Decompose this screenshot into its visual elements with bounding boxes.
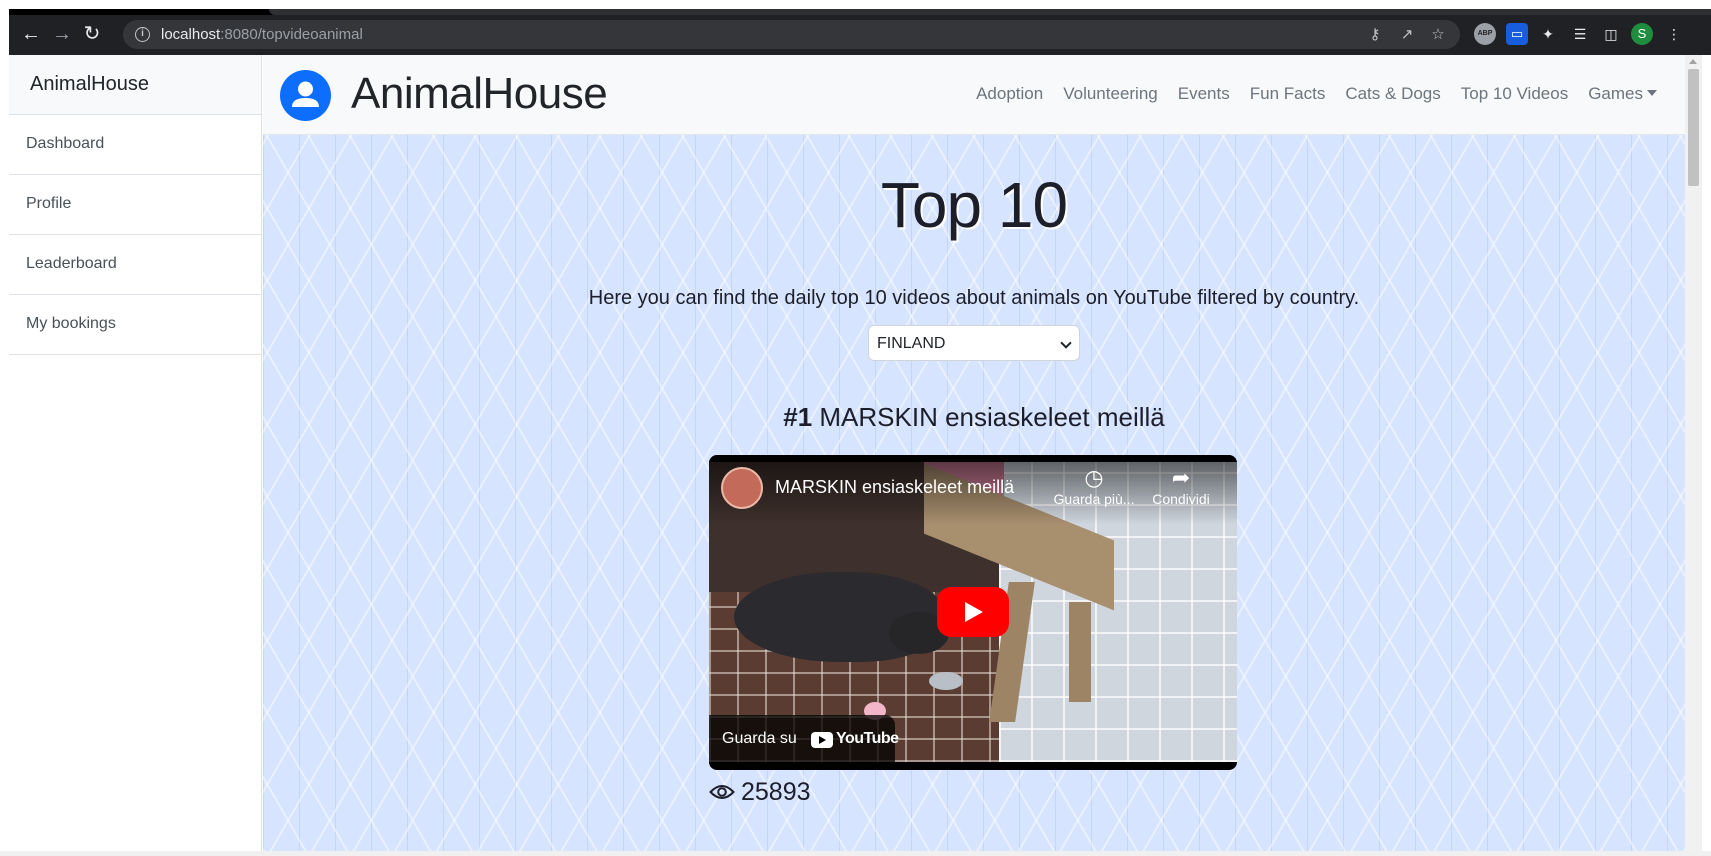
media-queue-icon[interactable]: ☰ — [1569, 23, 1591, 45]
channel-avatar[interactable] — [721, 467, 763, 509]
browser-menu-icon[interactable]: ⋮ — [1663, 23, 1685, 45]
watch-later-label: Guarda più... — [1053, 491, 1135, 507]
bitwarden-extension-icon[interactable]: ▭ — [1506, 23, 1528, 45]
site-info-icon[interactable]: i — [135, 27, 150, 42]
view-count-value: 25893 — [741, 777, 811, 806]
content-area: Top 10 Here you can find the daily top 1… — [263, 135, 1685, 851]
thumbnail-bench-leg — [1069, 602, 1091, 702]
sidebar-item-leaderboard[interactable]: Leaderboard — [9, 235, 261, 295]
country-select-value: FINLAND — [877, 335, 946, 352]
play-icon — [965, 602, 983, 622]
scrollbar-thumb[interactable] — [1688, 69, 1699, 186]
video-title: #1 MARSKIN ensiaskeleet meillä — [263, 402, 1685, 433]
country-select[interactable]: FINLAND — [868, 325, 1080, 361]
browser-toolbar: ← → ↻ i localhost:8080/topvideoanimal ⚷ … — [9, 9, 1711, 55]
nav-games-label: Games — [1588, 84, 1643, 103]
youtube-logo-icon — [811, 732, 833, 748]
active-tab[interactable] — [269, 9, 1711, 15]
back-icon[interactable]: ← — [20, 23, 42, 45]
sidebar: AnimalHouse Dashboard Profile Leaderboar… — [9, 55, 262, 851]
thumbnail-bowl — [929, 672, 963, 690]
reload-icon[interactable]: ↻ — [81, 23, 103, 45]
watch-on-youtube-button[interactable]: Guarda su YouTube — [709, 715, 899, 763]
share-label: Condividi — [1152, 491, 1210, 507]
chevron-down-icon — [1060, 337, 1072, 349]
view-count: 25893 — [709, 777, 811, 807]
caret-down-icon — [1647, 90, 1657, 96]
site-title[interactable]: AnimalHouse — [351, 69, 608, 119]
nav-top-10-videos[interactable]: Top 10 Videos — [1461, 84, 1568, 104]
sidebar-item-my-bookings[interactable]: My bookings — [9, 295, 261, 355]
share-icon[interactable]: ↗ — [1398, 26, 1416, 44]
nav-games-dropdown[interactable]: Games — [1588, 84, 1657, 104]
page-title: Top 10 — [880, 169, 1068, 241]
video-title-text: MARSKIN ensiaskeleet meillä — [819, 402, 1165, 432]
profile-avatar[interactable]: S — [1631, 23, 1653, 45]
forward-icon[interactable]: → — [51, 23, 73, 45]
youtube-wordmark: YouTube — [836, 730, 899, 747]
clock-icon: ◷ — [1084, 465, 1104, 490]
window-bottom-edge — [0, 851, 1711, 856]
user-avatar-icon[interactable] — [280, 70, 331, 121]
youtube-header-overlay: MARSKIN ensiaskeleet meillä ◷ Guarda più… — [709, 455, 1237, 525]
eye-icon — [709, 785, 735, 799]
sidebar-item-profile[interactable]: Profile — [9, 175, 261, 235]
extensions-puzzle-icon[interactable]: ✦ — [1537, 23, 1559, 45]
nav-cats-dogs[interactable]: Cats & Dogs — [1345, 84, 1440, 104]
nav-links: Adoption Volunteering Events Fun Facts C… — [976, 84, 1657, 104]
share-button[interactable]: ➦ Condividi — [1136, 465, 1226, 507]
nav-volunteering[interactable]: Volunteering — [1063, 84, 1158, 104]
share-arrow-icon: ➦ — [1171, 465, 1191, 490]
nav-events[interactable]: Events — [1178, 84, 1230, 104]
video-rank: #1 — [783, 402, 813, 432]
side-panel-icon[interactable]: ◫ — [1600, 23, 1622, 45]
scroll-up-arrow-icon[interactable] — [1689, 59, 1697, 64]
youtube-embed-title[interactable]: MARSKIN ensiaskeleet meillä — [775, 477, 1014, 498]
play-button[interactable] — [937, 587, 1009, 637]
page-scrollbar[interactable] — [1685, 55, 1702, 851]
nav-fun-facts[interactable]: Fun Facts — [1250, 84, 1326, 104]
sidebar-item-dashboard[interactable]: Dashboard — [9, 115, 261, 175]
bookmark-star-icon[interactable]: ☆ — [1429, 26, 1447, 44]
nav-adoption[interactable]: Adoption — [976, 84, 1043, 104]
page-subtitle: Here you can find the daily top 10 video… — [588, 287, 1360, 309]
address-bar[interactable]: i localhost:8080/topvideoanimal ⚷ ↗ ☆ — [123, 20, 1460, 49]
top-navbar: AnimalHouse Adoption Volunteering Events… — [263, 55, 1685, 135]
main-area: AnimalHouse Adoption Volunteering Events… — [263, 55, 1685, 851]
sidebar-brand[interactable]: AnimalHouse — [9, 55, 261, 115]
key-icon[interactable]: ⚷ — [1366, 26, 1384, 44]
youtube-embed[interactable]: MARSKIN ensiaskeleet meillä ◷ Guarda più… — [709, 455, 1237, 770]
url-text[interactable]: localhost:8080/topvideoanimal — [161, 26, 363, 43]
watch-on-label: Guarda su — [722, 730, 797, 747]
watch-later-button[interactable]: ◷ Guarda più... — [1049, 465, 1139, 507]
adblock-extension-icon[interactable]: ABP — [1474, 23, 1496, 45]
